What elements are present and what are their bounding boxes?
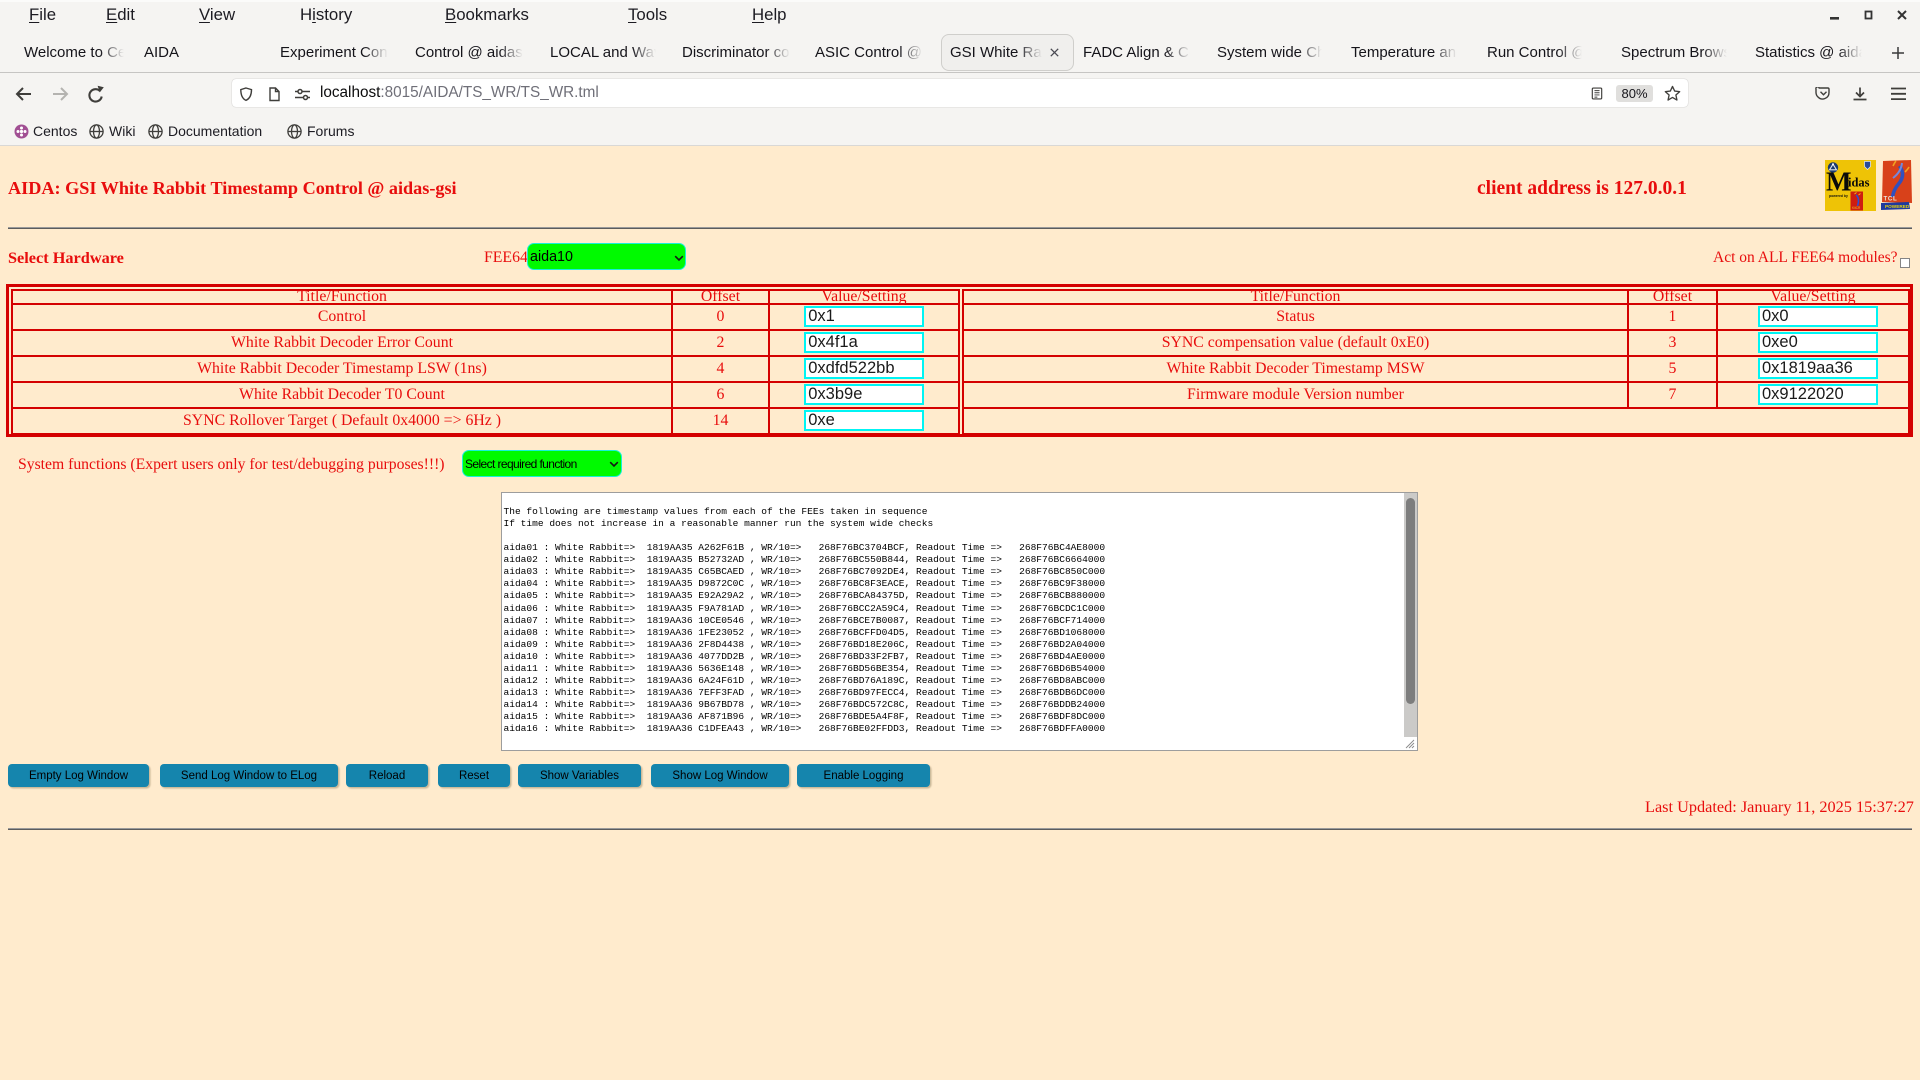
svg-text:TCL: TCL [1884, 196, 1898, 203]
svg-text:idas: idas [1848, 176, 1870, 190]
svg-text:POWERED: POWERED [1885, 204, 1910, 209]
svg-text:powered by: powered by [1829, 194, 1848, 198]
svg-text:KitCR: KitCR [1852, 206, 1861, 210]
